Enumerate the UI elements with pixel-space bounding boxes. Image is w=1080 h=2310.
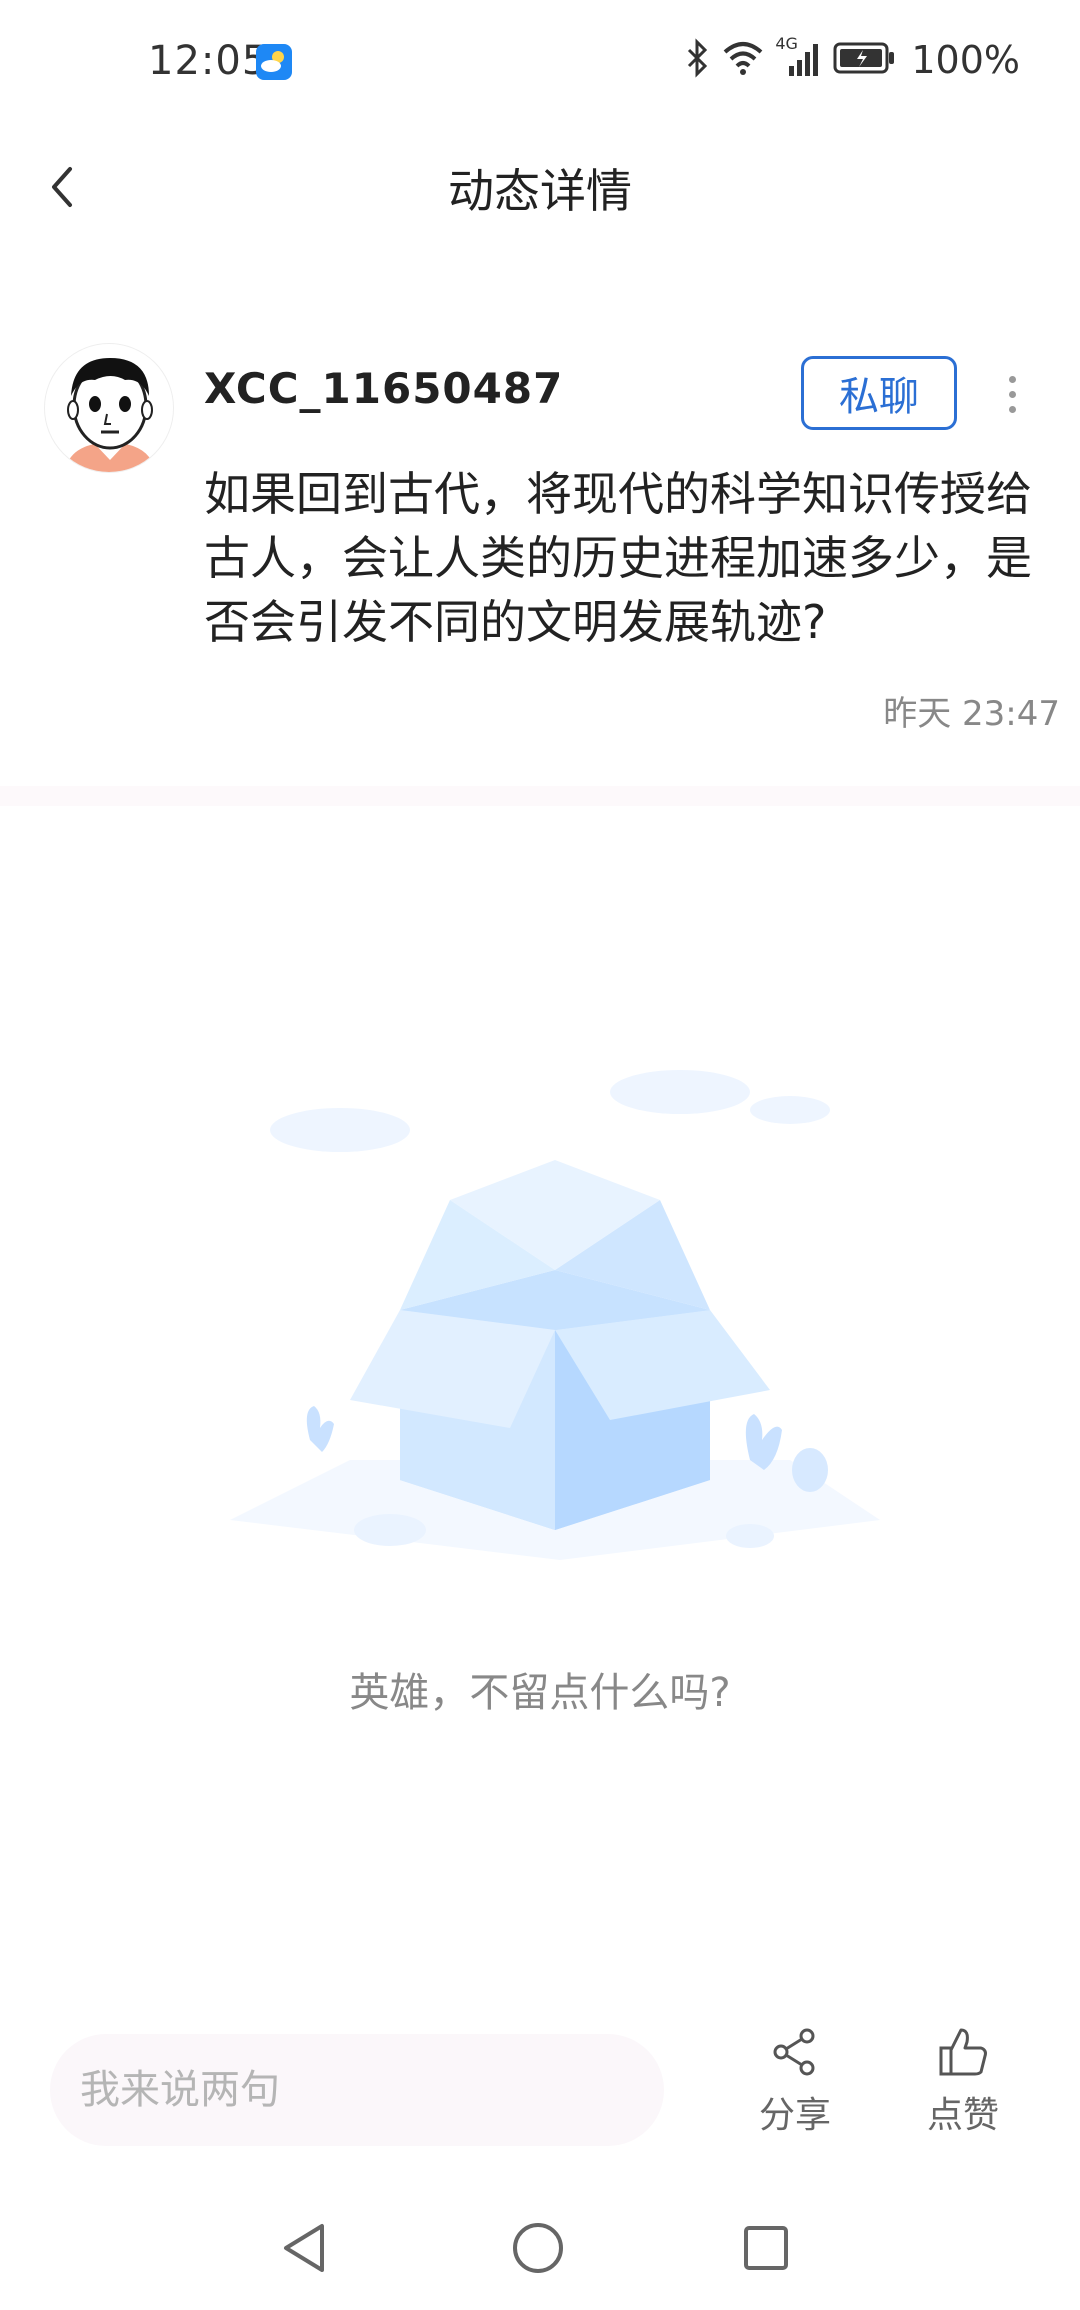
comment-input[interactable] xyxy=(50,2034,664,2146)
cellular-signal-icon: 4G xyxy=(775,34,823,82)
status-indicators: 4G 100% xyxy=(683,34,1020,84)
circle-home-icon xyxy=(513,2223,563,2273)
battery-icon xyxy=(833,40,897,80)
post-timestamp: 昨天 23:47 xyxy=(883,694,1060,734)
private-chat-button[interactable]: 私聊 xyxy=(801,356,957,430)
wifi-icon xyxy=(721,40,765,80)
nav-home-button[interactable] xyxy=(498,2208,578,2288)
share-label: 分享 xyxy=(758,2095,831,2136)
section-divider xyxy=(0,786,1080,806)
status-time: 12:05 xyxy=(148,38,269,84)
page-title: 动态详情 xyxy=(448,164,632,218)
like-label: 点赞 xyxy=(926,2095,999,2136)
post-content: 如果回到古代，将现代的科学知识传授给古人，会让人类的历史进程加速多少，是否会引发… xyxy=(204,467,1032,649)
share-button[interactable]: 分享 xyxy=(740,2024,850,2154)
weather-app-icon xyxy=(256,44,292,80)
like-button[interactable]: 点赞 xyxy=(908,2024,1018,2154)
username[interactable]: XCC_11650487 xyxy=(204,364,563,413)
status-bar: 12:05 4G 100% xyxy=(0,0,1080,125)
system-navigation-bar xyxy=(0,2180,1080,2310)
network-type: 4G xyxy=(775,34,798,53)
empty-box-illustration xyxy=(230,1040,880,1580)
battery-percent: 100% xyxy=(911,38,1020,82)
nav-back-button[interactable] xyxy=(266,2208,346,2288)
top-app-bar: 动态详情 xyxy=(0,125,1080,250)
thumbs-up-icon xyxy=(939,2028,987,2076)
share-icon xyxy=(773,2028,815,2076)
bluetooth-icon xyxy=(683,38,711,82)
square-recents-icon xyxy=(744,2226,788,2270)
empty-state-message: 英雄，不留点什么吗? xyxy=(349,1670,731,1716)
avatar[interactable] xyxy=(44,343,174,473)
nav-recents-button[interactable] xyxy=(726,2208,806,2288)
triangle-back-icon xyxy=(284,2224,324,2272)
more-vertical-icon[interactable] xyxy=(992,362,1032,426)
